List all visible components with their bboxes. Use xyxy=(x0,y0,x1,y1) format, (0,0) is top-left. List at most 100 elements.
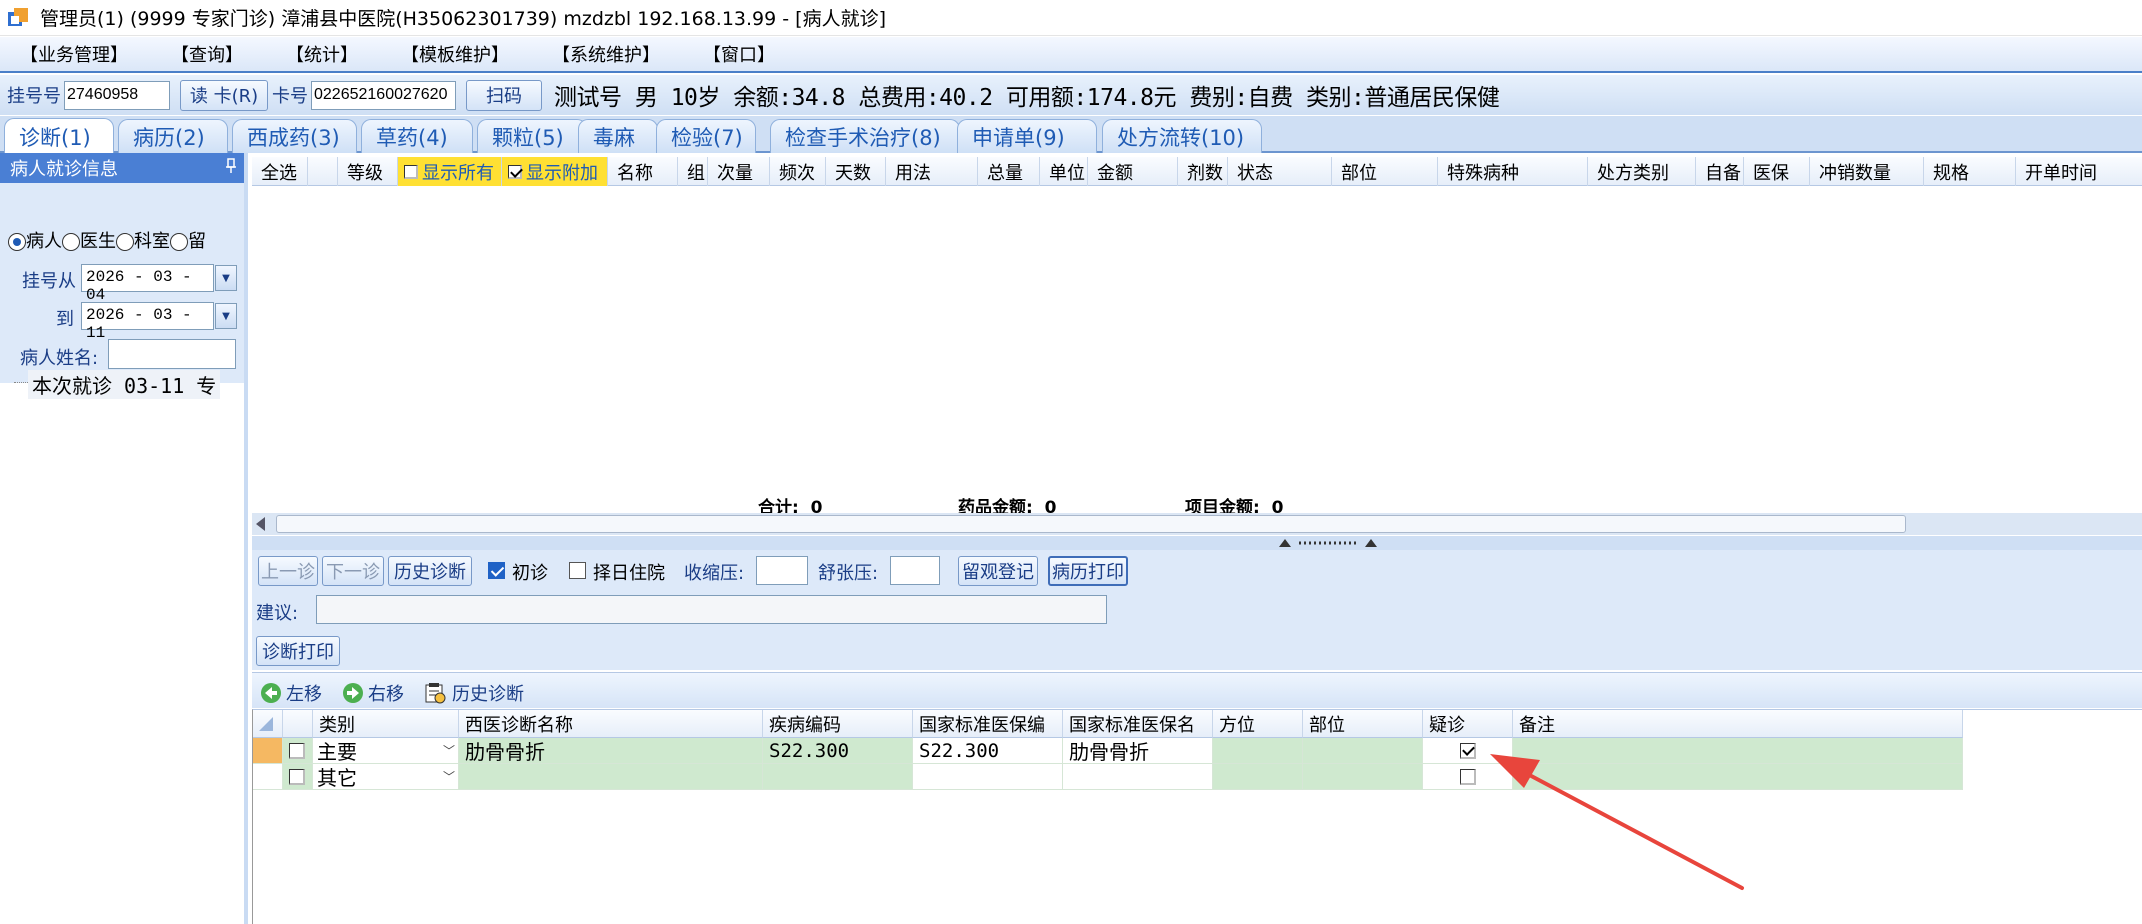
col-doses: 剂数 xyxy=(1178,157,1228,186)
patient-toolbar: 挂号号 读 卡(R) 卡号 扫码 测试号 男 10岁 余额:34.8 总费用:4… xyxy=(0,75,2142,115)
pin-icon[interactable] xyxy=(224,158,238,178)
patient-name-input[interactable] xyxy=(108,339,236,369)
orientation-cell[interactable] xyxy=(1213,764,1303,790)
reg-to-date[interactable]: 2026 - 03 - 11 xyxy=(81,302,214,342)
show-all-checkbox[interactable] xyxy=(404,164,418,179)
suggestion-input[interactable] xyxy=(316,595,1107,624)
site-cell[interactable] xyxy=(1303,738,1423,764)
tab-herbal[interactable]: 草药(4) xyxy=(361,119,473,153)
first-visit-checkbox[interactable] xyxy=(488,562,505,579)
menu-template[interactable]: 【模板维护】 xyxy=(401,41,509,67)
diastolic-label: 舒张压: xyxy=(818,563,879,584)
show-extra-toggle[interactable]: 显示附加 xyxy=(502,157,608,186)
scroll-left-arrow-icon[interactable] xyxy=(256,517,265,531)
title-bar: 管理员(1) (9999 专家门诊) 漳浦县中医院(H35062301739) … xyxy=(0,0,2142,36)
diastolic-input[interactable] xyxy=(890,556,940,585)
show-extra-checkbox[interactable] xyxy=(508,164,522,179)
diag-name-cell[interactable] xyxy=(459,764,763,790)
prev-visit-button[interactable]: 上一诊 xyxy=(258,556,318,586)
category-select[interactable]: 主要 ﹀ xyxy=(313,738,459,764)
radio-patient[interactable] xyxy=(8,233,26,251)
row-indicator[interactable] xyxy=(253,738,283,764)
main-area: 全选 等级 显示所有 显示附加 名称 组 次量 频次 天数 用法 总量 单位 金… xyxy=(252,153,2142,924)
card-no-input[interactable] xyxy=(311,80,456,110)
tab-western-medicine[interactable]: 西成药(3) xyxy=(232,119,357,153)
ins-code-cell[interactable]: S22.300 xyxy=(913,738,1063,764)
menu-business[interactable]: 【业务管理】 xyxy=(20,41,128,67)
history-diagnosis-button[interactable]: 历史诊断 xyxy=(388,556,472,586)
scan-button[interactable]: 扫码 xyxy=(466,79,542,111)
chevron-down-icon[interactable]: ▼ xyxy=(215,265,237,291)
radio-doctor[interactable] xyxy=(62,233,80,251)
row-checkbox[interactable] xyxy=(289,742,305,759)
ins-name-cell[interactable]: 肋骨骨折 xyxy=(1063,738,1213,764)
next-visit-button[interactable]: 下一诊 xyxy=(322,556,384,586)
reg-no-input[interactable] xyxy=(64,80,170,110)
diag-name-cell[interactable]: 肋骨骨折 xyxy=(459,738,763,764)
col-self: 自备 xyxy=(1696,157,1744,186)
col-national-ins-name: 国家标准医保名 xyxy=(1063,710,1213,738)
ins-name-cell[interactable] xyxy=(1063,764,1213,790)
col-suspected: 疑诊 xyxy=(1423,710,1513,738)
disease-code-cell[interactable]: S22.300 xyxy=(763,738,913,764)
window-title: 管理员(1) (9999 专家门诊) 漳浦县中医院(H35062301739) … xyxy=(40,8,886,30)
disease-code-cell[interactable] xyxy=(763,764,913,790)
tab-exam-surgery[interactable]: 检查手术治疗(8) xyxy=(770,119,960,153)
category-select[interactable]: 其它 ﹀ xyxy=(313,764,459,790)
orientation-cell[interactable] xyxy=(1213,738,1303,764)
menu-statistics[interactable]: 【统计】 xyxy=(286,41,358,67)
ins-code-cell[interactable] xyxy=(913,764,1063,790)
row-checkbox[interactable] xyxy=(289,768,305,785)
menu-bar: 【业务管理】 【查询】 【统计】 【模板维护】 【系统维护】 【窗口】 xyxy=(0,37,2142,73)
col-level: 等级 xyxy=(338,157,398,186)
horizontal-scrollbar[interactable] xyxy=(252,513,2142,535)
col-select-all[interactable]: 全选 xyxy=(252,157,308,186)
visit-tree-item[interactable]: 本次就诊 03-11 专 xyxy=(28,370,221,399)
reg-from-date[interactable]: 2026 - 03 - 04 xyxy=(81,264,214,304)
history-icon xyxy=(425,683,446,704)
history-diagnosis-tool[interactable]: 历史诊断 xyxy=(424,680,524,706)
site-cell[interactable] xyxy=(1303,764,1423,790)
chevron-down-icon[interactable]: ▼ xyxy=(215,303,237,329)
diagnosis-print-button[interactable]: 诊断打印 xyxy=(256,636,340,666)
tab-application[interactable]: 申请单(9) xyxy=(957,119,1097,153)
tab-granule[interactable]: 颗粒(5) xyxy=(477,119,587,153)
read-card-button[interactable]: 读 卡(R) xyxy=(180,79,268,111)
category-value: 主要 xyxy=(317,740,357,764)
tab-prescription-flow[interactable]: 处方流转(10) xyxy=(1102,119,1262,153)
menu-query[interactable]: 【查询】 xyxy=(171,41,243,67)
annotation-arrow-icon xyxy=(1490,754,1744,890)
admit-later-label: 择日住院 xyxy=(593,563,665,584)
col-amount: 金额 xyxy=(1088,157,1178,186)
card-no-label: 卡号 xyxy=(272,86,308,107)
print-record-button[interactable]: 病历打印 xyxy=(1048,556,1128,586)
splitter-handle[interactable] xyxy=(252,536,2142,550)
suggestion-label: 建议: xyxy=(256,603,299,624)
col-name: 名称 xyxy=(608,157,678,186)
menu-window[interactable]: 【窗口】 xyxy=(703,41,775,67)
col-usage: 用法 xyxy=(886,157,978,186)
col-special-disease: 特殊病种 xyxy=(1438,157,1588,186)
move-right-button[interactable]: 右移 xyxy=(342,680,404,706)
systolic-input[interactable] xyxy=(756,556,808,585)
move-left-button[interactable]: 左移 xyxy=(260,680,322,706)
admit-later-checkbox[interactable] xyxy=(569,562,586,579)
scroll-thumb[interactable] xyxy=(276,515,1906,533)
radio-department[interactable] xyxy=(116,233,134,251)
menu-system[interactable]: 【系统维护】 xyxy=(552,41,660,67)
col-dose: 次量 xyxy=(708,157,770,186)
arrow-left-icon xyxy=(261,683,281,703)
chevron-down-icon[interactable]: ﹀ xyxy=(440,742,458,759)
observation-register-button[interactable]: 留观登记 xyxy=(958,556,1038,586)
tab-narcotic[interactable]: 毒麻 xyxy=(578,119,658,153)
show-all-toggle[interactable]: 显示所有 xyxy=(398,157,502,186)
tab-medical-record[interactable]: 病历(2) xyxy=(118,119,228,153)
radio-stay[interactable] xyxy=(170,233,188,251)
row-indicator[interactable] xyxy=(253,764,283,790)
tab-lab[interactable]: 检验(7) xyxy=(656,119,756,153)
tab-diagnosis[interactable]: 诊断(1) xyxy=(4,118,114,154)
radio-department-label: 科室 xyxy=(134,231,170,252)
suspected-checkbox[interactable] xyxy=(1459,742,1476,759)
chevron-down-icon[interactable]: ﹀ xyxy=(440,768,458,785)
suspected-checkbox[interactable] xyxy=(1459,768,1476,785)
